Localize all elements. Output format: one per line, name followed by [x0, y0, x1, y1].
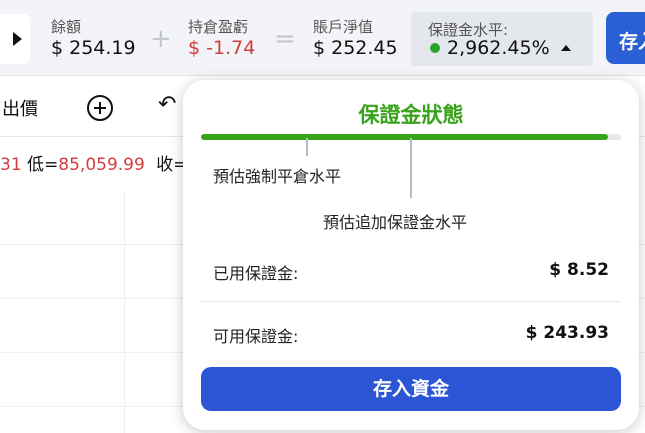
deposit-top-button[interactable]: 存入 [606, 12, 645, 64]
free-margin-label: 可用保證金: [213, 327, 299, 346]
equals-sign: = [274, 24, 296, 54]
add-circle-icon[interactable] [87, 95, 113, 121]
free-margin-value: $ 243.93 [525, 323, 609, 343]
bid-price-toggle[interactable]: 出價 [2, 95, 38, 121]
popup-title: 保證金狀態 [358, 103, 464, 127]
margin-level-fill [201, 134, 609, 140]
ohlc-readout: 31 低=85,059.99 收=8 [0, 150, 198, 175]
divider [201, 301, 621, 302]
caret-up-icon [561, 45, 571, 51]
used-margin-label: 已用保證金: [213, 264, 299, 283]
undo-icon[interactable]: ↶ [158, 92, 176, 117]
deposit-funds-button[interactable]: 存入資金 [201, 367, 621, 411]
used-margin-row: 已用保證金: $ 8.52 [213, 260, 609, 284]
balance-value: $ 254.19 [51, 37, 136, 59]
pnl-label: 持倉盈虧 [188, 18, 249, 36]
margin-call-level-label: 預估追加保證金水平 [323, 213, 468, 232]
equity-value: $ 252.45 [313, 37, 398, 59]
free-margin-row: 可用保證金: $ 243.93 [213, 323, 609, 347]
margin-call-marker [410, 138, 412, 198]
ohlc-low-value: 85,059.99 [58, 155, 145, 175]
grid-line [124, 190, 125, 433]
balance-stat: 餘額 $ 254.19 [51, 18, 136, 60]
equity-stat: 賬戶淨值 $ 252.45 [313, 18, 398, 60]
margin-status-popup: 保證金狀態 預估強制平倉水平 預估追加保證金水平 已用保證金: $ 8.52 可… [183, 80, 639, 430]
ohlc-low-label: 低= [27, 155, 59, 175]
used-margin-value: $ 8.52 [549, 260, 609, 280]
pnl-value: $ -1.74 [188, 37, 256, 59]
equity-label: 賬戶淨值 [313, 18, 374, 36]
expand-panel-button[interactable] [0, 14, 30, 64]
margin-level-dropdown[interactable]: 保證金水平: 2,962.45% [411, 12, 593, 66]
play-icon [12, 32, 22, 46]
status-dot-icon [430, 43, 440, 53]
balance-label: 餘額 [51, 18, 82, 36]
liquidation-marker [306, 138, 308, 156]
liquidation-level-label: 預估強制平倉水平 [213, 167, 342, 186]
ohlc-prev-value: 31 [0, 155, 22, 175]
plus-sign: + [150, 24, 172, 54]
pnl-stat: 持倉盈虧 $ -1.74 [188, 18, 255, 60]
account-summary-bar: 餘額 $ 254.19 + 持倉盈虧 $ -1.74 = 賬戶淨值 $ 252.… [0, 0, 645, 76]
margin-level-value: 2,962.45% [447, 37, 550, 59]
